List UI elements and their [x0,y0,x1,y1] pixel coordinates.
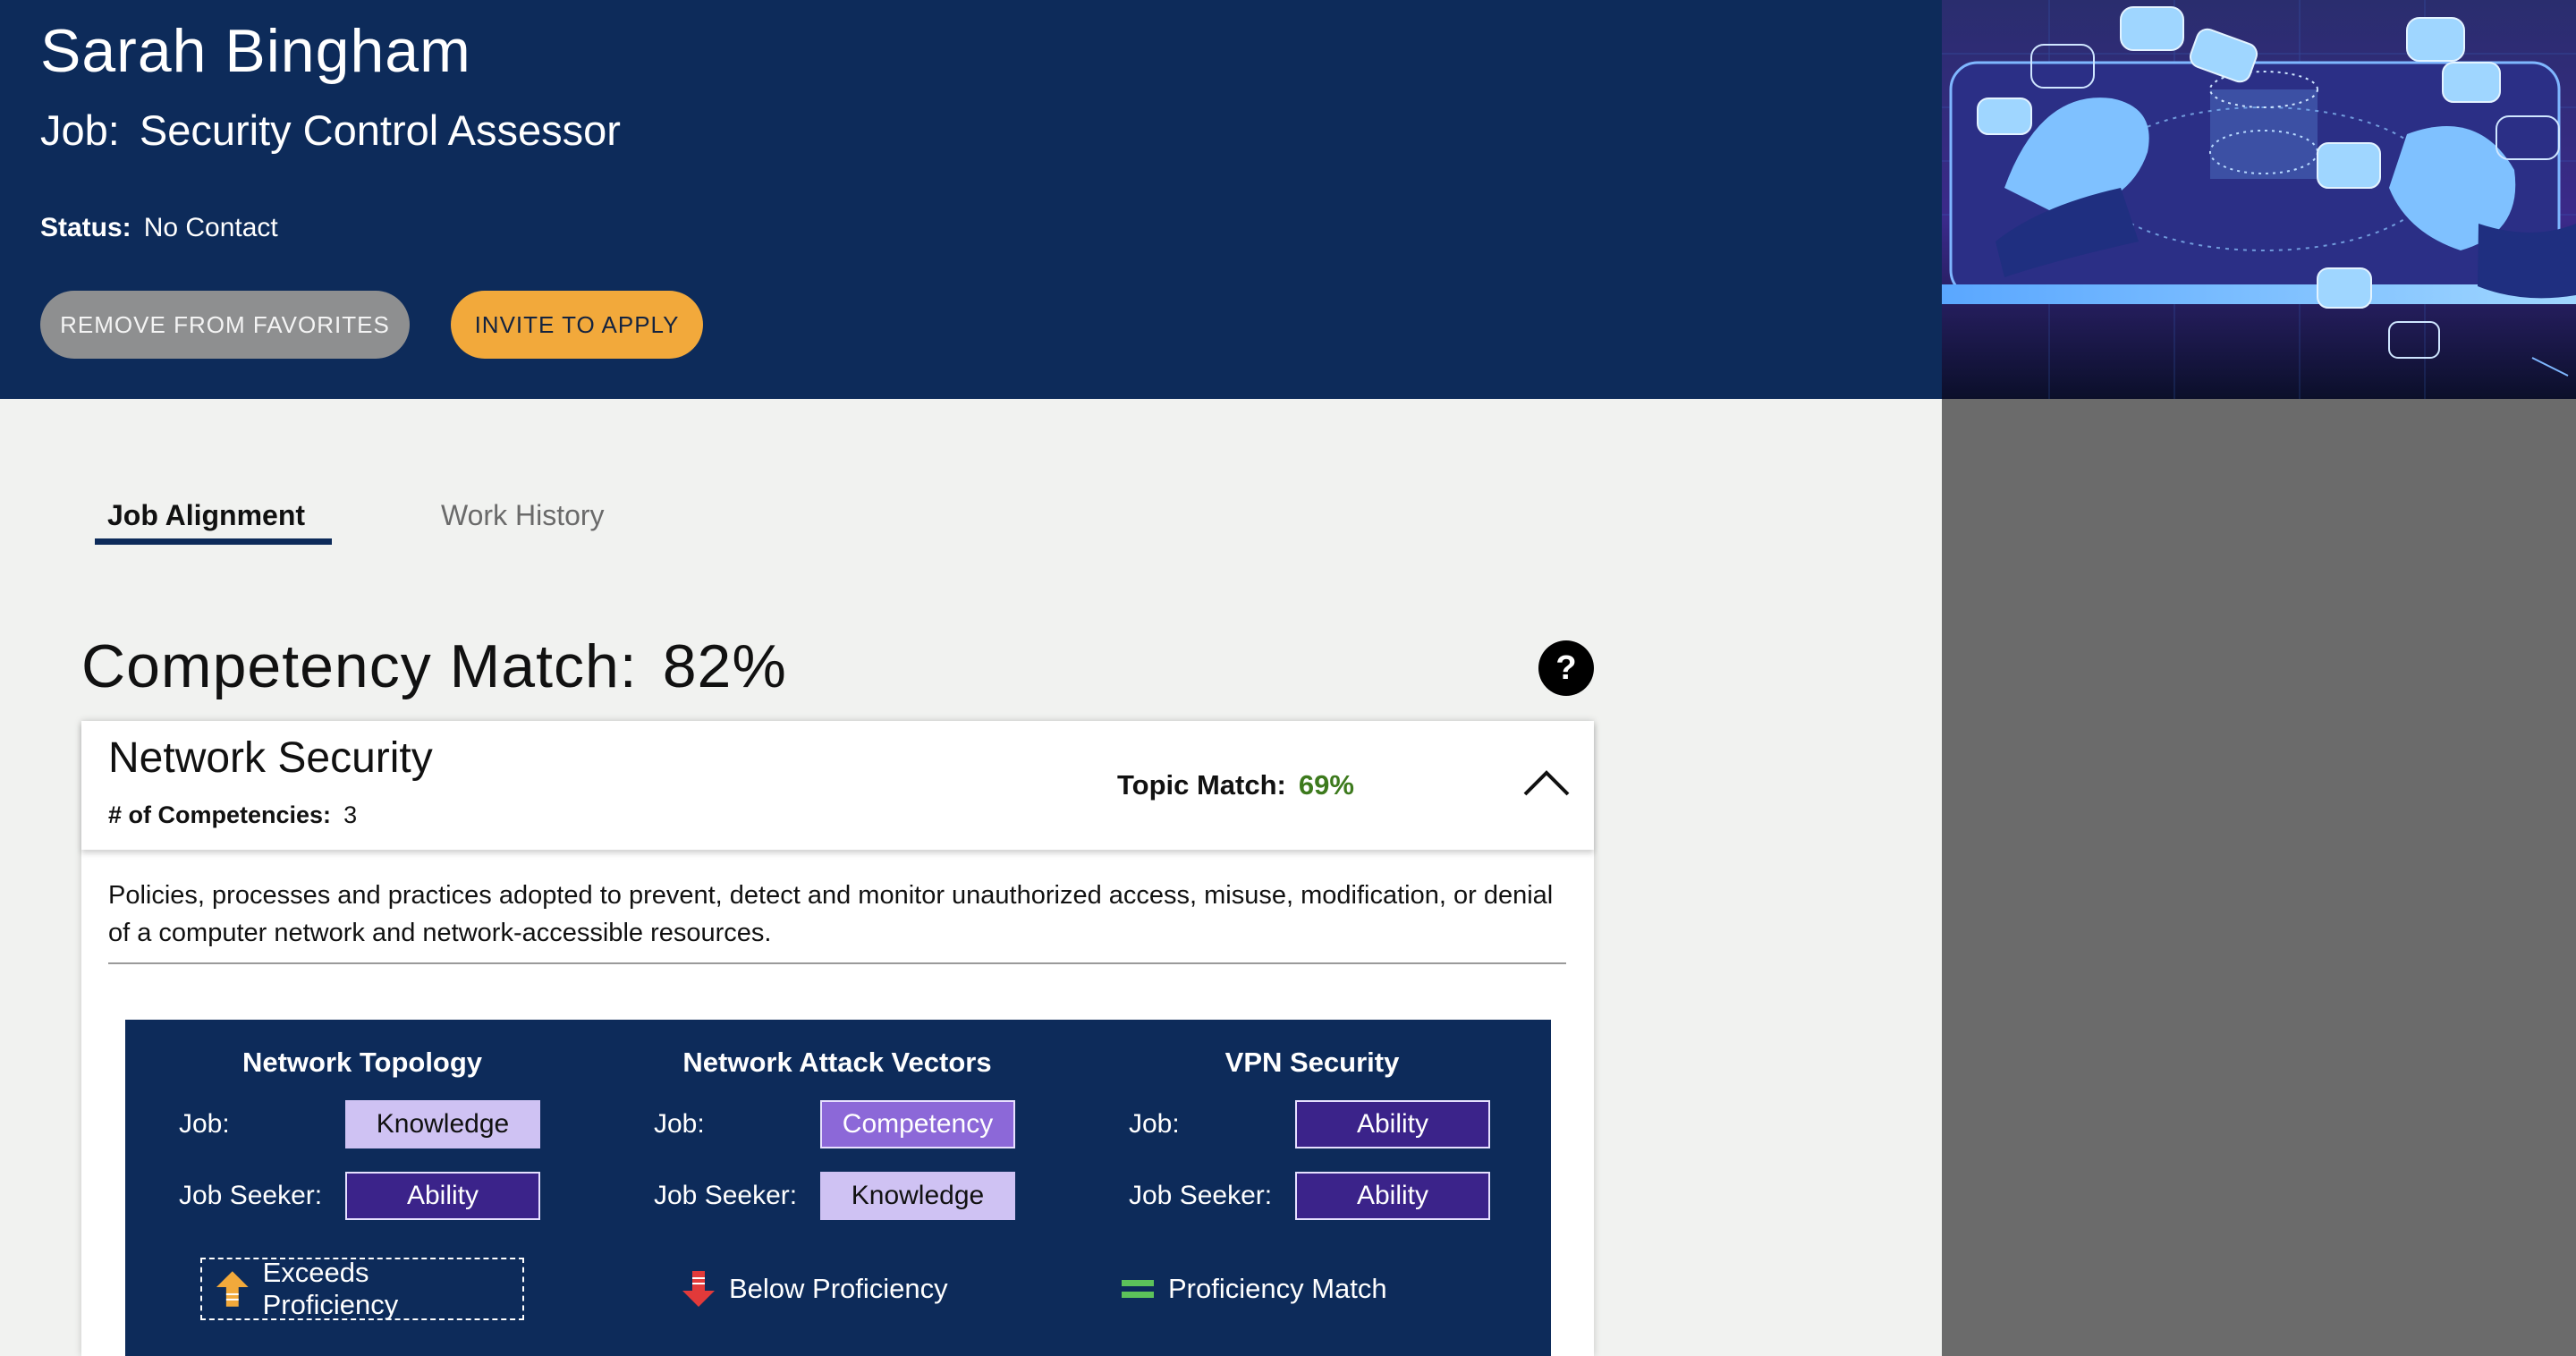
job-title: Security Control Assessor [139,106,621,154]
job-level-badge: Knowledge [345,1100,540,1148]
status-label: Status: [40,213,131,242]
tab-job-alignment[interactable]: Job Alignment [107,499,305,532]
legend-label: Below Proficiency [729,1273,948,1304]
competency-count: # of Competencies: 3 [108,801,357,829]
competency-column: Network Attack Vectors Job: Competency J… [600,1020,1074,1356]
seeker-level-badge: Knowledge [820,1172,1015,1220]
legend-label: Exceeds Proficiency [262,1257,399,1320]
seeker-level-badge: Ability [1295,1172,1490,1220]
topic-match: Topic Match: 69% [1117,769,1354,801]
competency-count-label: # of Competencies: [108,801,332,828]
competency-match-heading: Competency Match: 82% [81,631,787,701]
remove-from-favorites-button[interactable]: REMOVE FROM FAVORITES [40,291,410,359]
competency-match-label: Competency Match: [81,632,638,700]
job-level-badge: Ability [1295,1100,1490,1148]
competency-column: VPN Security Job: Ability Job Seeker: Ab… [1075,1020,1549,1356]
topic-name: Network Security [108,734,433,782]
legend-label: Proficiency Match [1168,1273,1387,1304]
competency-title: Network Attack Vectors [682,1047,992,1078]
status-value: No Contact [143,213,278,242]
job-row-label: Job: [1129,1109,1180,1139]
topic-card-header[interactable]: Network Security # of Competencies: 3 Top… [81,721,1594,850]
active-tab-indicator [95,538,332,545]
legend-below-proficiency: Below Proficiency [681,1258,948,1320]
hands-holograph-illustration [1942,0,2576,399]
candidate-status: Status: No Contact [40,213,278,243]
hero-illustration [1942,0,2576,399]
seeker-level-badge: Ability [345,1172,540,1220]
job-level-badge: Competency [820,1100,1015,1148]
competency-column: Network Topology Job: Knowledge Job Seek… [125,1020,599,1356]
question-icon[interactable]: ? [1538,640,1594,696]
topic-match-label: Topic Match: [1117,769,1286,801]
divider [108,962,1566,964]
legend-exceeds-proficiency: Exceeds Proficiency [200,1257,524,1320]
topic-card: Network Security # of Competencies: 3 Top… [81,721,1594,1356]
competency-comparison-panel: Network Topology Job: Knowledge Job Seek… [125,1020,1551,1356]
competency-match-value: 82% [662,632,787,700]
candidate-name: Sarah Bingham [40,17,471,85]
arrow-up-icon [216,1271,249,1307]
equals-icon [1122,1280,1154,1298]
competency-count-value: 3 [343,801,358,828]
arrow-down-icon [682,1271,715,1307]
candidate-header: Sarah Bingham Job: Security Control Asses… [0,0,1942,399]
seeker-row-label: Job Seeker: [1129,1181,1273,1210]
seeker-row-label: Job Seeker: [179,1181,323,1210]
job-row-label: Job: [654,1109,705,1139]
invite-to-apply-button[interactable]: INVITE TO APPLY [451,291,703,359]
candidate-job: Job: Security Control Assessor [40,106,621,155]
competency-title: VPN Security [1224,1047,1400,1078]
topic-description: Policies, processes and practices adopte… [108,881,1554,947]
right-gray-panel [1942,399,2576,1356]
chevron-up-icon[interactable] [1521,764,1572,800]
tab-work-history[interactable]: Work History [441,499,605,532]
topic-match-value: 69% [1298,769,1354,801]
job-label: Job: [40,106,120,154]
legend-proficiency-match: Proficiency Match [1120,1258,1387,1320]
competency-title: Network Topology [242,1047,483,1078]
job-row-label: Job: [179,1109,230,1139]
seeker-row-label: Job Seeker: [654,1181,798,1210]
